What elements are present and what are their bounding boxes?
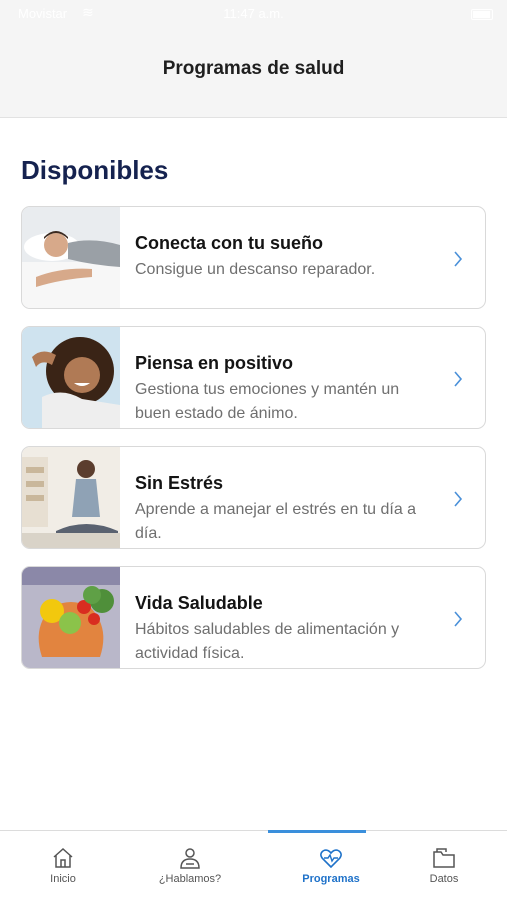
program-card-stress[interactable]: Sin Estrés Aprende a manejar el estrés e… (21, 446, 486, 549)
program-image-positive (22, 327, 120, 428)
page-title: Programas de salud (162, 58, 345, 79)
tab-label: Programas (302, 873, 360, 885)
program-card-sleep[interactable]: Conecta con tu sueño Consigue un descans… (21, 206, 486, 309)
program-title: Vida Saludable (135, 593, 263, 613)
active-tab-indicator (268, 830, 366, 833)
chevron-right-icon (454, 611, 463, 627)
program-title: Sin Estrés (135, 473, 224, 493)
tab-inicio[interactable]: Inicio (0, 831, 126, 901)
program-image-sleep (22, 207, 120, 308)
section-title: Disponibles (21, 155, 169, 185)
tab-hablamos[interactable]: ¿Hablamos? (127, 831, 253, 901)
program-image-stress (22, 447, 120, 548)
program-description: Hábitos saludables de alimentación y act… (135, 621, 400, 662)
heart-pulse-icon (320, 849, 342, 869)
program-text: Piensa en positivo Gestiona tus emocione… (135, 353, 435, 426)
status-bar: Movistar ≋ 11:47 a.m. (0, 4, 507, 24)
program-title: Piensa en positivo (135, 353, 294, 373)
tab-datos[interactable]: Datos (381, 831, 507, 901)
person-chat-icon (180, 848, 200, 869)
chevron-right-icon (454, 251, 463, 267)
program-description: Consigue un descanso reparador. (135, 261, 376, 278)
tab-bar: Inicio ¿Hablamos? Programas Datos (0, 830, 507, 901)
program-text: Sin Estrés Aprende a manejar el estrés e… (135, 473, 435, 546)
battery-icon (471, 9, 493, 20)
tab-programas[interactable]: Programas (268, 830, 394, 901)
program-card-positive[interactable]: Piensa en positivo Gestiona tus emocione… (21, 326, 486, 429)
tab-label: Inicio (50, 873, 76, 885)
chevron-right-icon (454, 371, 463, 387)
program-description: Gestiona tus emociones y mantén un buen … (135, 381, 400, 422)
program-description: Aprende a manejar el estrés en tu día a … (135, 501, 417, 542)
program-title: Conecta con tu sueño (135, 233, 324, 253)
program-card-healthy[interactable]: Vida Saludable Hábitos saludables de ali… (21, 566, 486, 669)
status-time: 11:47 a.m. (223, 6, 284, 21)
tab-label: Datos (429, 873, 459, 885)
tab-label: ¿Hablamos? (158, 873, 222, 885)
folder-icon (433, 848, 455, 868)
home-icon (53, 847, 73, 868)
program-text: Conecta con tu sueño Consigue un descans… (135, 233, 435, 282)
chevron-right-icon (454, 491, 463, 507)
program-text: Vida Saludable Hábitos saludables de ali… (135, 593, 435, 666)
program-image-healthy (22, 567, 120, 668)
header: Movistar ≋ 11:47 a.m. Programas de salud (0, 0, 507, 118)
